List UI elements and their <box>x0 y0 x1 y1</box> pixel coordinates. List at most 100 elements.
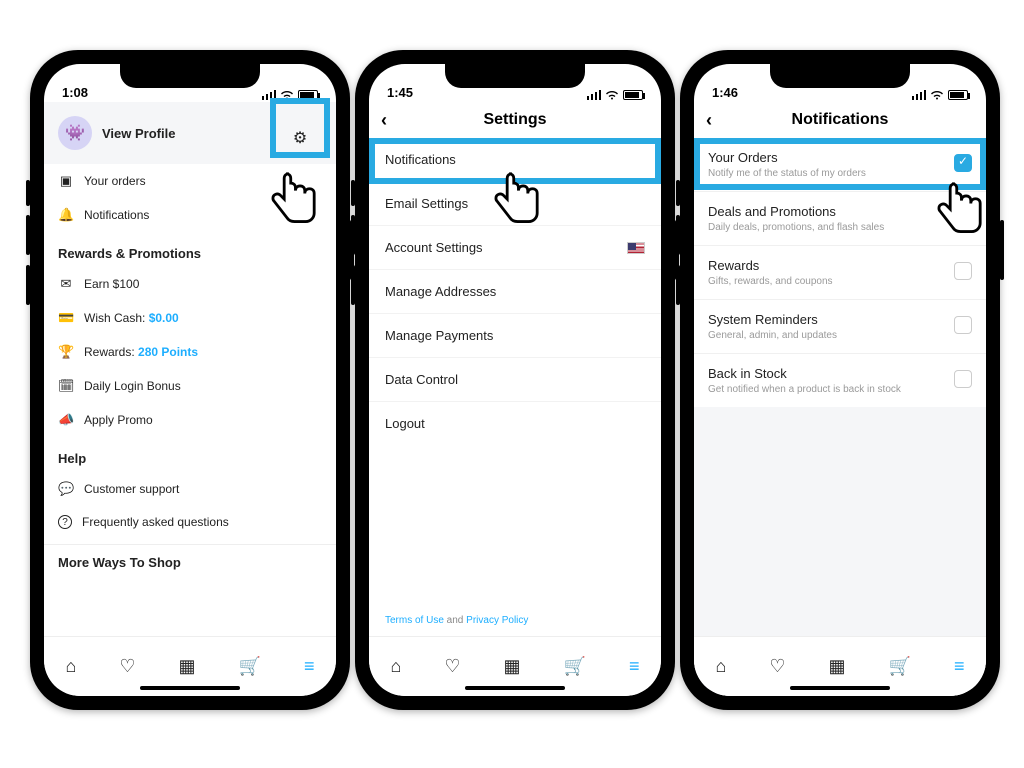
row-label: Manage Addresses <box>385 284 496 299</box>
tab-categories[interactable]: ▦ <box>829 656 846 677</box>
signal-icon <box>912 90 927 100</box>
row-label: Account Settings <box>385 240 483 255</box>
header-bar: ‹ Notifications <box>694 102 986 138</box>
tab-cart[interactable]: 🛒 <box>239 656 261 677</box>
row-label: Manage Payments <box>385 328 493 343</box>
home-indicator <box>465 686 565 690</box>
notch <box>770 64 910 88</box>
menu-faq[interactable]: ? Frequently asked questions <box>44 506 336 538</box>
menu-support[interactable]: 💬 Customer support <box>44 472 336 506</box>
card-icon: 💳 <box>58 310 74 326</box>
calendar-icon: 🗓 <box>58 378 74 394</box>
menu-daily-login[interactable]: 🗓 Daily Login Bonus <box>44 369 336 403</box>
terms-of-use-link[interactable]: Terms of Use <box>385 615 444 626</box>
home-indicator <box>790 686 890 690</box>
row-label: Data Control <box>385 372 458 387</box>
avatar: 👾 <box>58 116 92 150</box>
status-time: 1:46 <box>712 85 738 100</box>
envelope-icon: ✉ <box>58 276 74 292</box>
phone-settings: 1:45 ‹ Settings Notifications Email Sett… <box>355 50 675 710</box>
megaphone-icon: 📣 <box>58 412 74 428</box>
power-button <box>1000 220 1004 280</box>
menu-label: Daily Login Bonus <box>84 379 181 393</box>
highlight-gear <box>270 98 330 158</box>
volume-up <box>26 215 30 255</box>
battery-icon <box>623 90 643 100</box>
hand-cursor-icon <box>485 170 550 245</box>
notch <box>445 64 585 88</box>
tab-favorites[interactable]: ♡ <box>769 656 785 677</box>
tab-home[interactable]: ⌂ <box>716 656 727 677</box>
phone-profile: 1:08 👾 View Profile ⚙ ▣ Your orders <box>30 50 350 710</box>
tab-cart[interactable]: 🛒 <box>564 656 586 677</box>
tab-home[interactable]: ⌂ <box>66 656 77 677</box>
checkbox-unchecked[interactable] <box>954 262 972 280</box>
row-subtitle: General, admin, and updates <box>708 330 972 341</box>
phone-notifications: 1:46 ‹ Notifications Your Orders Notify … <box>680 50 1000 710</box>
tab-menu[interactable]: ≡ <box>304 656 315 677</box>
menu-wish-cash[interactable]: 💳 Wish Cash: $0.00 <box>44 301 336 335</box>
volume-up <box>351 215 355 255</box>
help-header: Help <box>44 437 336 472</box>
mute-switch <box>26 180 30 206</box>
back-button[interactable]: ‹ <box>381 110 387 131</box>
notif-back-in-stock[interactable]: Back in Stock Get notified when a produc… <box>694 354 986 407</box>
menu-label: Rewards: <box>84 345 138 359</box>
menu-label: Apply Promo <box>84 413 153 427</box>
page-title: Notifications <box>792 111 889 129</box>
tab-menu[interactable]: ≡ <box>629 656 640 677</box>
signal-icon <box>587 90 602 100</box>
home-indicator <box>140 686 240 690</box>
orders-icon: ▣ <box>58 173 74 189</box>
privacy-policy-link[interactable]: Privacy Policy <box>466 615 528 626</box>
tab-cart[interactable]: 🛒 <box>889 656 911 677</box>
checkbox-unchecked[interactable] <box>954 316 972 334</box>
hand-cursor-icon <box>928 180 993 255</box>
row-title: Rewards <box>708 258 972 273</box>
mute-switch <box>676 180 680 206</box>
tab-menu[interactable]: ≡ <box>954 656 965 677</box>
status-time: 1:45 <box>387 85 413 100</box>
settings-payments[interactable]: Manage Payments <box>369 314 661 358</box>
menu-apply-promo[interactable]: 📣 Apply Promo <box>44 403 336 437</box>
wifi-icon <box>930 90 944 100</box>
bell-icon: 🔔 <box>58 207 74 223</box>
row-label: Logout <box>385 416 425 431</box>
menu-label: Notifications <box>84 208 149 222</box>
rewards-value: 280 Points <box>138 345 198 359</box>
menu-label: Your orders <box>84 174 146 188</box>
wifi-icon <box>605 90 619 100</box>
question-icon: ? <box>58 515 72 529</box>
tab-favorites[interactable]: ♡ <box>444 656 460 677</box>
menu-label: Wish Cash: <box>84 311 149 325</box>
notch <box>120 64 260 88</box>
tab-categories[interactable]: ▦ <box>179 656 196 677</box>
menu-label: Earn $100 <box>84 277 139 291</box>
more-ways-header: More Ways To Shop <box>44 544 336 576</box>
back-button[interactable]: ‹ <box>706 110 712 131</box>
tab-favorites[interactable]: ♡ <box>119 656 135 677</box>
page-title: Settings <box>483 111 546 129</box>
row-subtitle: Gifts, rewards, and coupons <box>708 276 972 287</box>
notif-system[interactable]: System Reminders General, admin, and upd… <box>694 300 986 354</box>
status-time: 1:08 <box>62 85 88 100</box>
row-subtitle: Get notified when a product is back in s… <box>708 384 972 395</box>
volume-up <box>676 215 680 255</box>
row-title: Back in Stock <box>708 366 972 381</box>
battery-icon <box>948 90 968 100</box>
us-flag-icon <box>627 242 645 254</box>
checkbox-unchecked[interactable] <box>954 370 972 388</box>
menu-earn[interactable]: ✉ Earn $100 <box>44 267 336 301</box>
volume-down <box>676 265 680 305</box>
settings-data[interactable]: Data Control <box>369 358 661 402</box>
volume-down <box>26 265 30 305</box>
tab-categories[interactable]: ▦ <box>504 656 521 677</box>
menu-label: Frequently asked questions <box>82 515 229 529</box>
trophy-icon: 🏆 <box>58 344 74 360</box>
settings-addresses[interactable]: Manage Addresses <box>369 270 661 314</box>
row-title: System Reminders <box>708 312 972 327</box>
settings-logout[interactable]: Logout <box>369 402 661 445</box>
tab-home[interactable]: ⌂ <box>391 656 402 677</box>
menu-rewards[interactable]: 🏆 Rewards: 280 Points <box>44 335 336 369</box>
volume-down <box>351 265 355 305</box>
